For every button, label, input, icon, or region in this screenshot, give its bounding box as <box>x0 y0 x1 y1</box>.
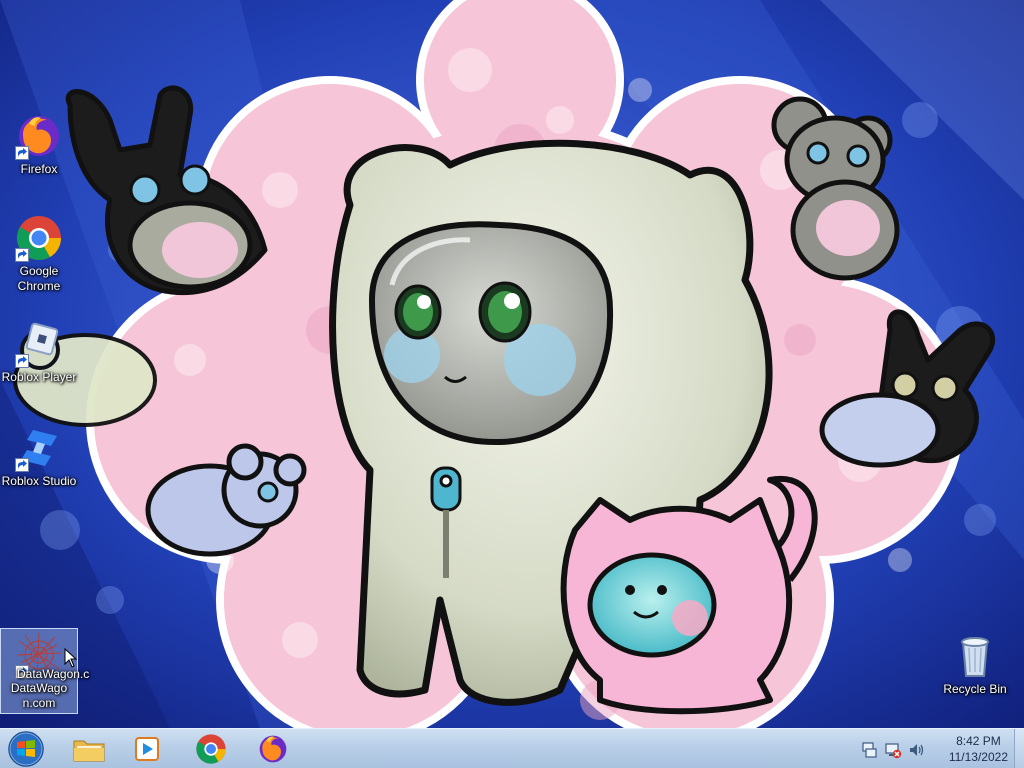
taskbar-media-player-button[interactable] <box>120 731 174 767</box>
chrome-icon <box>15 214 63 262</box>
desktop-icon-label: Recycle Bin <box>943 682 1007 696</box>
desktop-icon-recycle-bin[interactable]: Recycle Bin <box>936 632 1014 700</box>
firefox-icon <box>15 112 63 160</box>
desktop-icon-firefox[interactable]: Firefox <box>0 112 78 182</box>
wallpaper-art <box>0 0 1024 728</box>
action-center-icon[interactable] <box>860 741 878 759</box>
shortcut-arrow-icon <box>15 354 29 368</box>
show-desktop-button[interactable] <box>1014 729 1024 768</box>
desktop-wallpaper[interactable] <box>0 0 1024 728</box>
shortcut-arrow-icon <box>15 248 29 262</box>
desktop-icon-label: Roblox Studio <box>1 474 77 488</box>
desktop-icon-label: Firefox <box>20 162 58 176</box>
system-tray: 8:42 PM 11/13/2022 <box>854 729 1024 768</box>
desktop-icon-roblox-player[interactable]: Roblox Player <box>0 320 78 386</box>
taskbar-windows-explorer-button[interactable] <box>62 731 116 767</box>
shortcut-arrow-icon <box>15 458 29 472</box>
desktop-icon-label-overlap: DataWagon.c <box>17 667 90 681</box>
volume-icon[interactable] <box>908 741 926 759</box>
taskbar-firefox-button[interactable] <box>246 731 300 767</box>
firefox-icon <box>259 735 287 763</box>
desktop-icon-label: Google Chrome <box>17 264 61 293</box>
network-icon[interactable] <box>884 741 902 759</box>
taskbar: 8:42 PM 11/13/2022 <box>0 728 1024 768</box>
desktop-icon-google-chrome[interactable]: Google Chrome <box>0 214 78 298</box>
start-button[interactable] <box>4 730 48 768</box>
clock-date: 11/13/2022 <box>948 750 1008 764</box>
desktop-icon-label: DataWagon.com <box>10 681 68 710</box>
windows-start-icon <box>8 731 44 767</box>
folder-icon <box>73 740 105 762</box>
roblox-studio-icon <box>15 424 63 472</box>
roblox-player-icon <box>15 320 63 368</box>
mouse-cursor-icon <box>64 647 78 668</box>
desktop-icon-roblox-studio[interactable]: Roblox Studio <box>0 424 78 490</box>
clock-time: 8:42 PM <box>956 734 1001 748</box>
chrome-icon <box>196 734 226 764</box>
taskbar-chrome-button[interactable] <box>184 731 238 767</box>
media-player-icon <box>135 737 159 761</box>
desktop-icon-label: Roblox Player <box>1 370 77 384</box>
shortcut-arrow-icon <box>15 146 29 160</box>
taskbar-clock[interactable]: 8:42 PM 11/13/2022 <box>949 733 1008 765</box>
recycle-bin-icon <box>951 632 999 680</box>
desktop-icon-datawagon[interactable]: DataWagon.c DataWagon.com <box>0 628 89 714</box>
